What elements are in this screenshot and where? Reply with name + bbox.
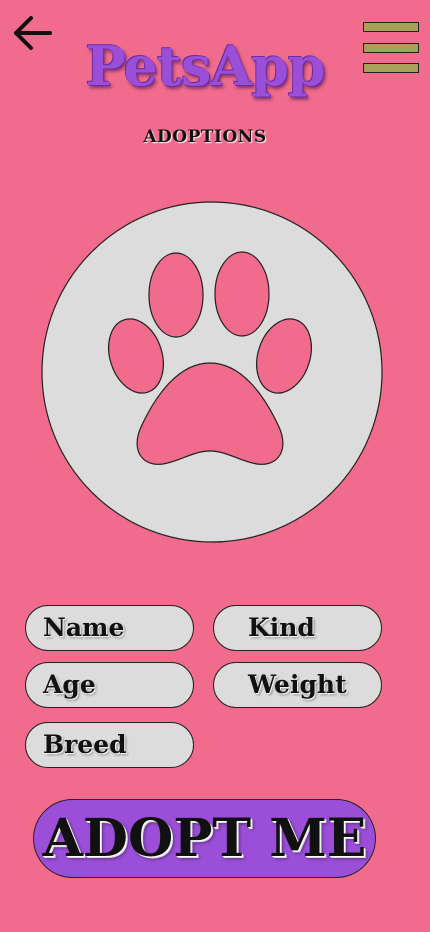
adopt-me-button[interactable]: ADOPT ME xyxy=(33,799,376,878)
age-label: Age xyxy=(43,670,96,699)
paw-print-icon xyxy=(41,201,383,543)
app-title: PetsApp xyxy=(85,34,325,98)
age-field[interactable]: Age xyxy=(25,662,194,708)
kind-label: Kind xyxy=(248,613,315,642)
name-field[interactable]: Name xyxy=(25,605,194,651)
name-label: Name xyxy=(43,613,125,642)
pet-image[interactable] xyxy=(41,201,383,543)
hamburger-menu-icon xyxy=(363,22,419,32)
kind-field[interactable]: Kind xyxy=(213,605,382,651)
breed-field[interactable]: Breed xyxy=(25,722,194,768)
breed-label: Breed xyxy=(43,730,127,759)
page-subtitle: ADOPTIONS xyxy=(143,127,267,147)
weight-field[interactable]: Weight xyxy=(213,662,382,708)
weight-label: Weight xyxy=(248,670,347,699)
